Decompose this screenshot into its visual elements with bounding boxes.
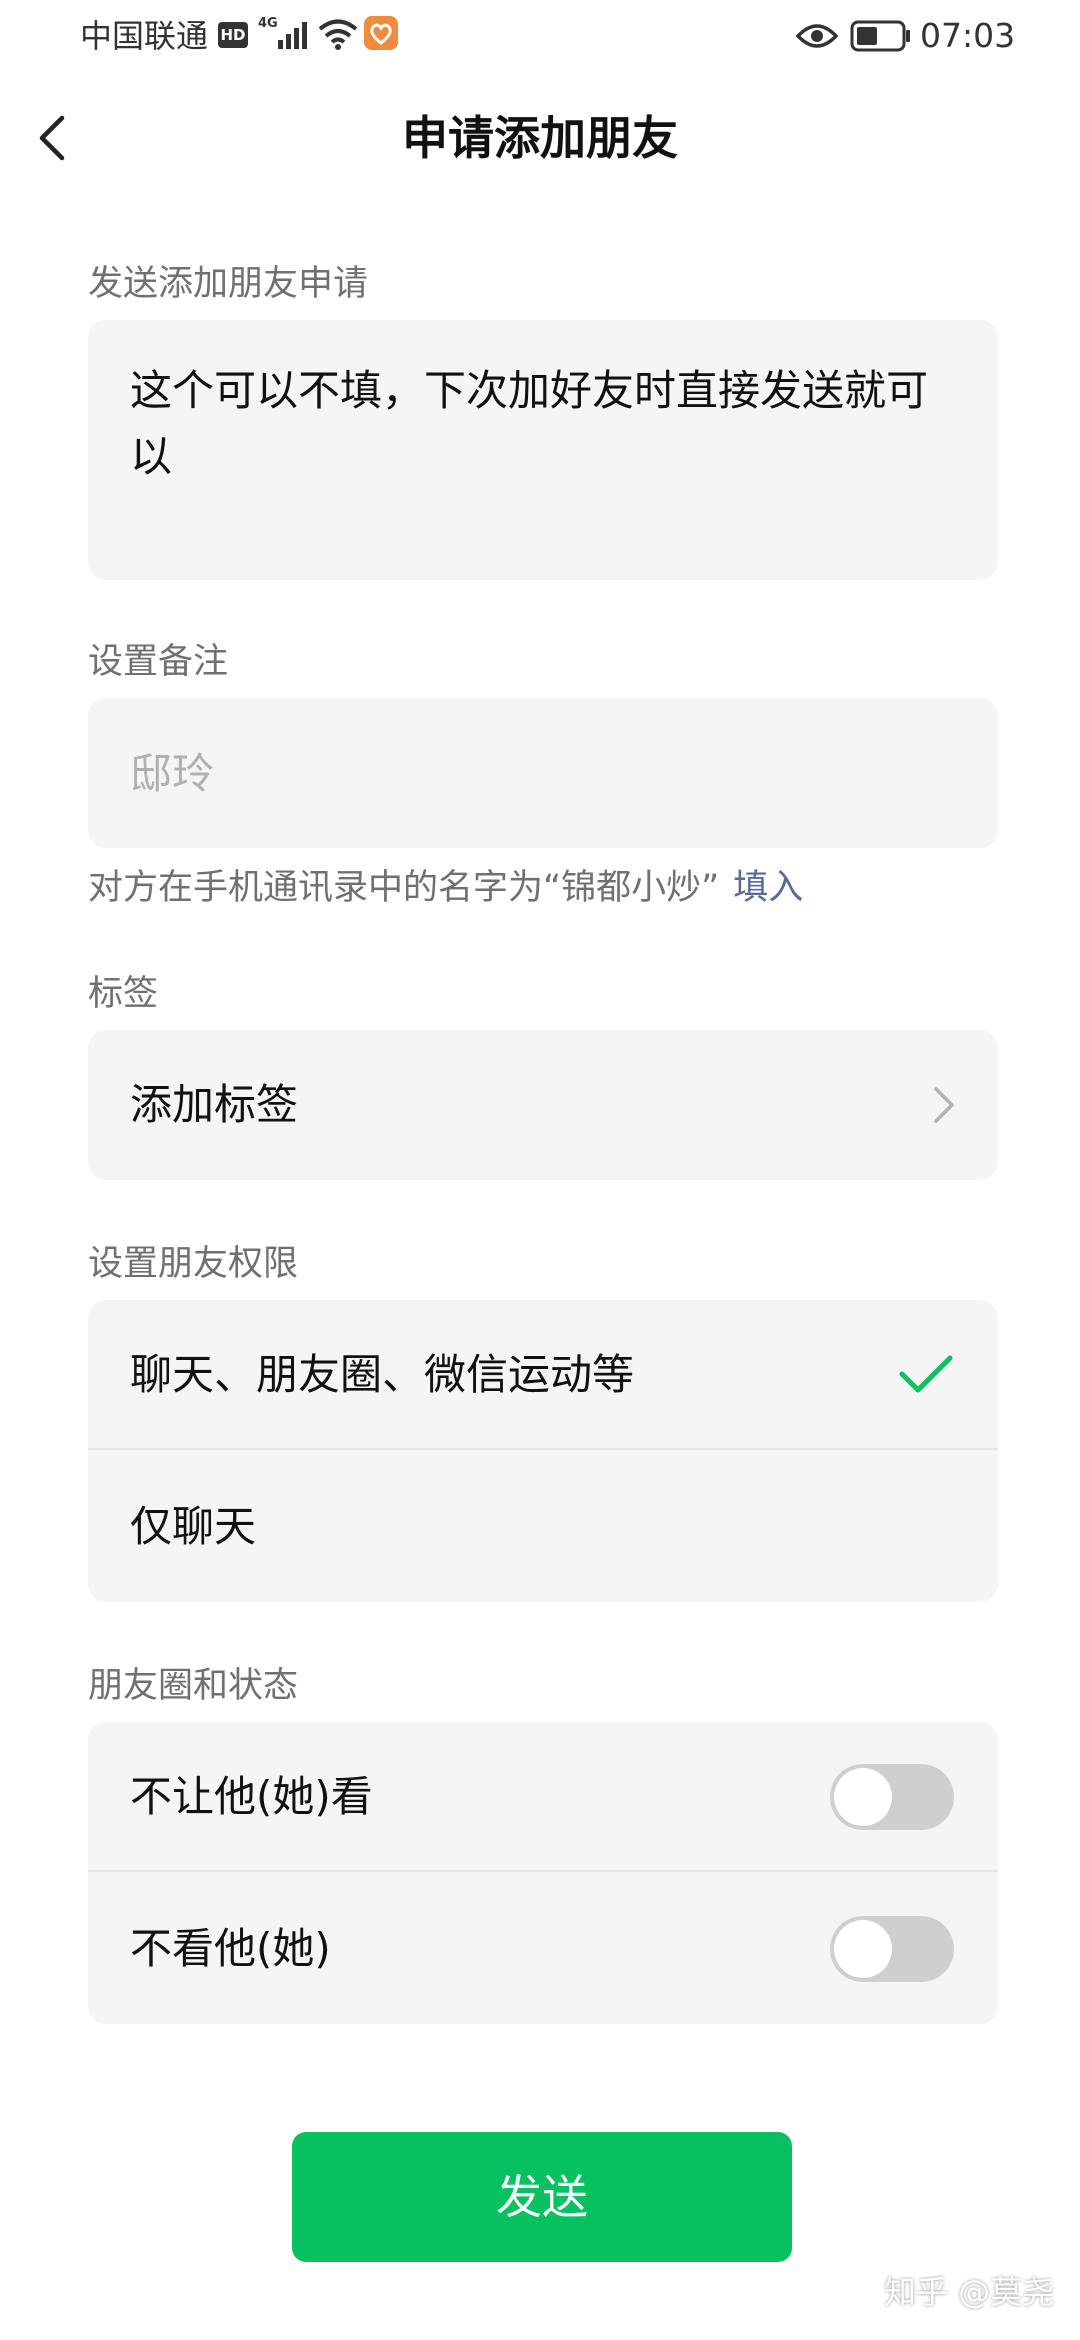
greeting-section-label: 发送添加朋友申请 (88, 264, 369, 304)
status-time: 07:03 (920, 16, 1016, 55)
eye-icon (796, 24, 838, 48)
toggle-knob (834, 1768, 892, 1826)
permission-option-label: 仅聊天 (130, 1502, 257, 1551)
health-app-icon (364, 16, 398, 50)
add-tag-row[interactable]: 添加标签 (88, 1030, 998, 1180)
back-button[interactable] (28, 108, 84, 168)
wifi-icon (318, 19, 358, 50)
permission-option-label: 聊天、朋友圈、微信运动等 (130, 1350, 635, 1399)
hide-my-moments-toggle[interactable] (830, 1764, 954, 1830)
row-divider (88, 1448, 998, 1450)
permissions-card: 聊天、朋友圈、微信运动等 仅聊天 (88, 1300, 998, 1602)
signal-icon (278, 22, 307, 49)
page-title: 申请添加朋友 (402, 111, 678, 165)
permission-option-chat-only[interactable]: 仅聊天 (88, 1452, 998, 1602)
tags-section-label: 标签 (88, 974, 159, 1014)
fill-in-link[interactable]: 填入 (733, 868, 803, 908)
toggle-knob (834, 1920, 892, 1978)
contact-name-hint-text: 对方在手机通讯录中的名字为“锦都小炒” (88, 868, 720, 908)
contact-name-hint: 对方在手机通讯录中的名字为“锦都小炒” 填入 (88, 866, 803, 910)
carrier-name: 中国联通 (80, 17, 209, 55)
greeting-message-text[interactable]: 这个可以不填，下次加好友时直接发送就可以 (130, 358, 960, 490)
check-icon (899, 1355, 953, 1393)
remark-field[interactable] (88, 698, 998, 848)
hide-their-moments-label: 不看他(她) (130, 1924, 331, 1973)
hide-my-moments-row: 不让他(她)看 (88, 1722, 998, 1872)
hide-my-moments-label: 不让他(她)看 (130, 1772, 373, 1821)
remark-input[interactable] (130, 698, 960, 848)
add-tag-label: 添加标签 (130, 1080, 299, 1129)
permission-option-all[interactable]: 聊天、朋友圈、微信运动等 (88, 1300, 998, 1450)
row-divider (88, 1870, 998, 1872)
hd-badge: HD (218, 22, 248, 48)
moments-card: 不让他(她)看 不看他(她) (88, 1722, 998, 2024)
hide-their-moments-row: 不看他(她) (88, 1874, 998, 2024)
status-bar: 中国联通 HD 4G 07:03 (0, 0, 1080, 76)
network-type: 4G (258, 16, 278, 31)
remark-section-label: 设置备注 (88, 642, 229, 682)
watermark: 知乎 @莫尧 (884, 2273, 1055, 2311)
send-button[interactable]: 发送 (292, 2132, 792, 2262)
chevron-right-icon (934, 1087, 954, 1123)
battery-icon (850, 20, 910, 52)
permissions-section-label: 设置朋友权限 (88, 1244, 299, 1284)
greeting-message-field[interactable]: 这个可以不填，下次加好友时直接发送就可以 (88, 320, 998, 580)
hide-their-moments-toggle[interactable] (830, 1916, 954, 1982)
moments-section-label: 朋友圈和状态 (88, 1666, 299, 1706)
chevron-left-icon (39, 115, 65, 161)
add-tag-item[interactable]: 添加标签 (88, 1030, 998, 1180)
